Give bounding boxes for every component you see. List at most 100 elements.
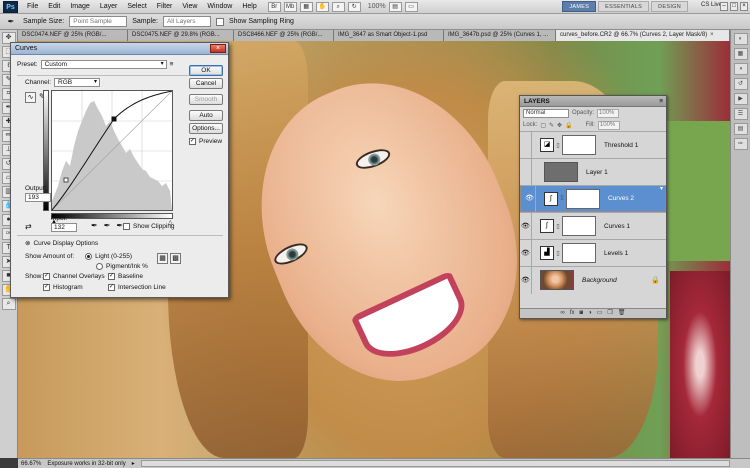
black-eyedropper-icon[interactable]: ✒ [91, 221, 98, 230]
menu-edit[interactable]: Edit [43, 3, 65, 10]
workspace-james[interactable]: JAMES [562, 1, 597, 12]
add-mask-icon[interactable]: ◙ [580, 309, 584, 318]
ok-button[interactable]: OK [189, 65, 223, 76]
status-arrow-icon[interactable]: ▸ [132, 460, 135, 467]
eye-icon[interactable]: 👁 [520, 212, 532, 240]
zoom-level[interactable]: 100% [368, 3, 386, 10]
visibility-toggle[interactable] [520, 158, 532, 186]
layers-panel-icon[interactable]: ☰ [733, 108, 748, 120]
layer-mask-thumbnail[interactable] [566, 188, 600, 209]
detailed-grid-icon[interactable]: ▩ [170, 253, 181, 264]
layer-row[interactable]: Layer 1 [520, 158, 666, 186]
eyedropper-icon[interactable]: ✒ [4, 16, 18, 28]
curves-title-bar[interactable]: Curves × [11, 43, 228, 55]
menu-filter[interactable]: Filter [152, 3, 178, 10]
blend-mode-select[interactable]: Normal [523, 108, 569, 118]
fx-icon[interactable]: fx [570, 309, 575, 318]
menu-layer[interactable]: Layer [95, 3, 123, 10]
show-ring-checkbox[interactable] [215, 17, 224, 26]
menu-window[interactable]: Window [202, 3, 237, 10]
cs-live-button[interactable]: CS Live [701, 2, 722, 8]
arrange-documents-icon[interactable]: ▤ [388, 1, 402, 12]
preset-select[interactable]: Custom [40, 60, 167, 69]
doc-tab[interactable]: IMG_3647 as Smart Object-1.psd [334, 30, 444, 41]
channels-panel-icon[interactable]: ▤ [733, 123, 748, 135]
layer-row[interactable]: 👁 ▟ ▯ Levels 1 [520, 239, 666, 267]
doc-tab[interactable]: IMG_3647b.psd @ 25% (Curves 1, ... [444, 30, 556, 41]
simple-grid-icon[interactable]: ▦ [157, 253, 168, 264]
lock-pixels-icon[interactable]: ✎ [549, 122, 554, 129]
workspace-design[interactable]: DESIGN [651, 1, 688, 12]
maximize-icon[interactable]: □ [730, 2, 738, 11]
lock-transparency-icon[interactable]: ▢ [540, 122, 546, 129]
layer-row-selected[interactable]: 👁 ∫ ▯ Curves 2 [520, 185, 666, 212]
menu-view[interactable]: View [177, 3, 202, 10]
trash-icon[interactable]: 🗑 [618, 309, 626, 318]
link-layers-icon[interactable]: ∞ [561, 309, 565, 318]
lock-all-icon[interactable]: 🔒 [565, 122, 572, 129]
screen-mode-icon[interactable]: ▭ [404, 1, 418, 12]
edit-points-icon[interactable]: ∿ [25, 92, 36, 103]
sample-size-select[interactable]: Point Sample [69, 16, 128, 27]
layers-panel-header[interactable]: LAYERS ≡ [520, 96, 666, 107]
smooth-button[interactable]: Smooth [189, 94, 223, 105]
hand-tool-icon[interactable]: ✋ [315, 1, 329, 12]
layer-row[interactable]: ◪ ▯ Threshold 1 [520, 131, 666, 159]
layer-mask-thumbnail[interactable] [562, 243, 596, 263]
histogram-checkbox[interactable] [43, 284, 50, 291]
pigment-radio[interactable] [96, 263, 103, 270]
target-adjust-icon[interactable]: ⇄ [25, 222, 32, 231]
workspace-essentials[interactable]: ESSENTIALS [598, 1, 650, 12]
control-point[interactable] [111, 116, 117, 122]
intersection-line-checkbox[interactable] [108, 284, 115, 291]
curve-graph[interactable] [51, 90, 173, 211]
channel-overlays-checkbox[interactable] [43, 273, 50, 280]
doc-tab-active[interactable]: curves_before.CR2 @ 66.7% (Curves 2, Lay… [556, 30, 730, 41]
close-tab-icon[interactable]: × [710, 32, 714, 38]
channel-select[interactable]: RGB [54, 78, 101, 87]
minibridge-icon[interactable]: Mb [283, 1, 297, 12]
new-layer-icon[interactable]: ❐ [607, 309, 612, 318]
cancel-button[interactable]: Cancel [189, 78, 223, 89]
options-button[interactable]: Options... [189, 123, 223, 134]
panel-menu-icon[interactable]: ≡ [659, 96, 663, 107]
expand-icon[interactable]: ⊗ [25, 239, 30, 247]
fill-field[interactable]: 100% [597, 120, 620, 130]
paths-panel-icon[interactable]: ✑ [733, 138, 748, 150]
history-panel-icon[interactable]: ↺ [733, 78, 748, 90]
close-icon[interactable]: × [740, 2, 748, 11]
layer-row[interactable]: 👁 Background 🔒 [520, 266, 666, 294]
opacity-field[interactable]: 100% [597, 108, 620, 118]
auto-button[interactable]: Auto [189, 110, 223, 121]
preset-menu-icon[interactable]: ≡ [170, 61, 174, 68]
new-group-icon[interactable]: ▭ [597, 309, 603, 318]
bridge-icon[interactable]: Br [267, 1, 281, 12]
gray-eyedropper-icon[interactable]: ✒ [104, 221, 111, 230]
show-clipping-checkbox[interactable] [123, 223, 130, 230]
output-field[interactable]: 193 [25, 193, 51, 202]
sample-select[interactable]: All Layers [162, 16, 211, 27]
doc-tab[interactable]: DSC0474.NEF @ 25% (RGB/... [18, 30, 128, 41]
new-adjustment-icon[interactable]: ◑ [588, 309, 592, 318]
eye-icon[interactable]: 👁 [524, 185, 536, 212]
light-radio[interactable] [85, 253, 93, 260]
lock-position-icon[interactable]: ✥ [557, 122, 562, 129]
horizontal-scrollbar[interactable] [140, 460, 730, 467]
menu-help[interactable]: Help [237, 3, 261, 10]
guides-icon[interactable]: ▦ [299, 1, 313, 12]
menu-image[interactable]: Image [65, 3, 94, 10]
adjustments-panel-icon[interactable]: ◑ [733, 63, 748, 75]
actions-panel-icon[interactable]: ▶ [733, 93, 748, 105]
close-icon[interactable]: × [210, 44, 226, 53]
display-options-row[interactable]: ⊗ Curve Display Options [25, 239, 98, 248]
zoom-icon[interactable]: ⌕ [1, 298, 16, 310]
eye-icon[interactable]: 👁 [520, 266, 532, 294]
menu-select[interactable]: Select [122, 3, 151, 10]
minimize-icon[interactable]: – [720, 2, 728, 11]
doc-tab[interactable]: DSC8466.NEF @ 25% (RGB/... [234, 30, 334, 41]
control-point[interactable] [63, 177, 69, 183]
preview-checkbox[interactable] [189, 138, 196, 145]
zoom-tool-icon[interactable]: ⌕ [331, 1, 345, 12]
eye-icon[interactable]: 👁 [520, 239, 532, 267]
status-zoom[interactable]: 66.67% [21, 461, 41, 467]
